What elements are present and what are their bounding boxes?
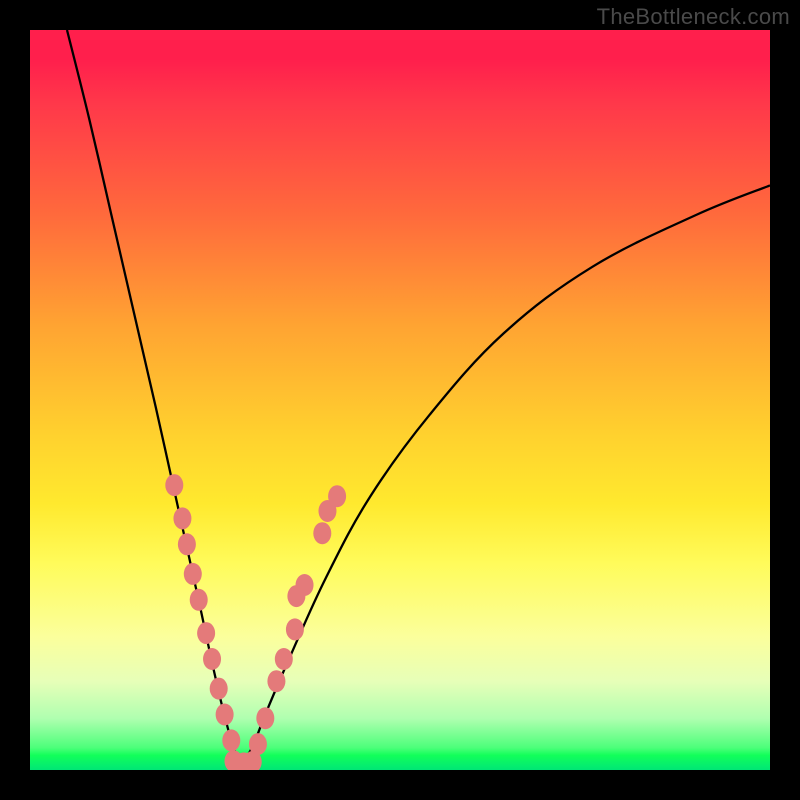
- plot-area: [30, 30, 770, 770]
- data-marker: [216, 704, 234, 726]
- data-marker: [165, 474, 183, 496]
- data-marker: [190, 589, 208, 611]
- data-marker: [286, 618, 304, 640]
- data-marker: [313, 522, 331, 544]
- chart-svg: [30, 30, 770, 770]
- data-marker: [210, 678, 228, 700]
- data-marker: [296, 574, 314, 596]
- data-marker: [275, 648, 293, 670]
- data-marker: [328, 485, 346, 507]
- marker-group: [165, 474, 346, 770]
- data-marker: [222, 729, 240, 751]
- data-marker: [197, 622, 215, 644]
- data-marker: [256, 707, 274, 729]
- data-marker: [178, 533, 196, 555]
- data-marker: [184, 563, 202, 585]
- curve-right-branch: [241, 185, 770, 764]
- data-marker: [203, 648, 221, 670]
- watermark-text: TheBottleneck.com: [597, 4, 790, 30]
- data-marker: [249, 733, 267, 755]
- data-marker: [267, 670, 285, 692]
- data-marker: [173, 507, 191, 529]
- chart-frame: TheBottleneck.com: [0, 0, 800, 800]
